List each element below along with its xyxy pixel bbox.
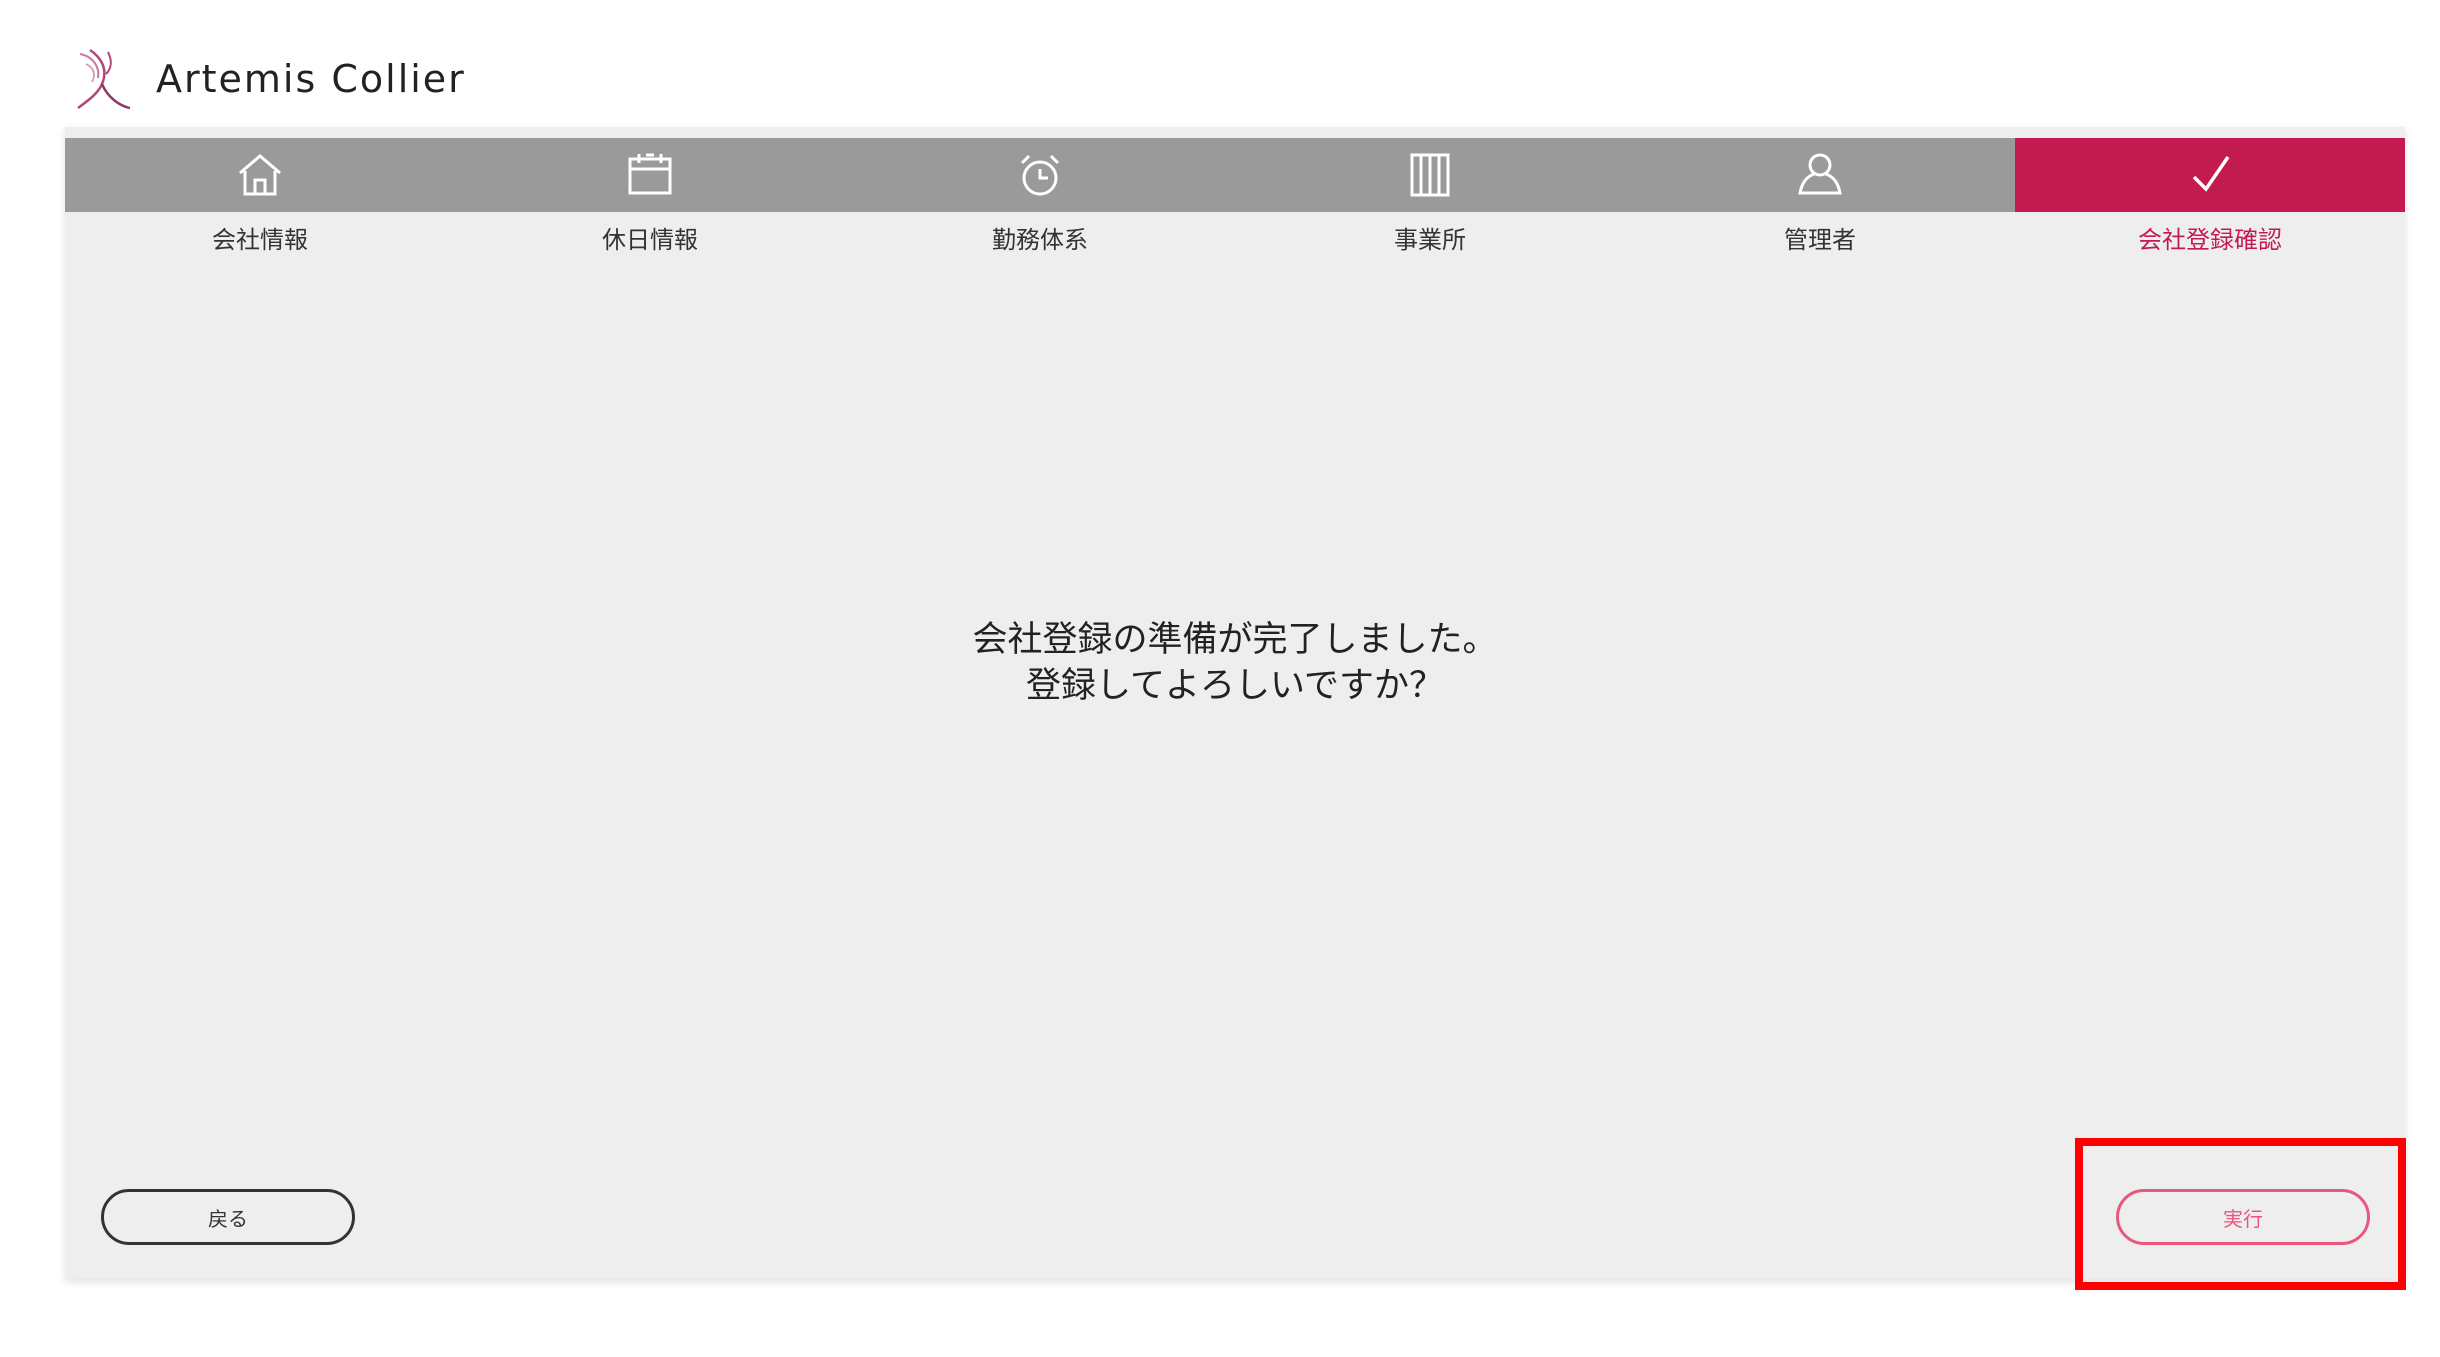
user-icon xyxy=(1798,153,1842,195)
step-label-holiday-info: 休日情報 xyxy=(602,226,698,254)
confirmation-message: 会社登録の準備が完了しました。 登録してよろしいですか？ xyxy=(65,617,2405,709)
message-line-1: 会社登録の準備が完了しました。 xyxy=(972,620,1498,660)
office-columns-icon xyxy=(1410,153,1450,197)
check-icon xyxy=(2192,156,2230,192)
step-labels: 会社情報 休日情報 勤務体系 事業所 管理者 会社登録確認 xyxy=(65,215,2405,265)
highlight-box xyxy=(2075,1138,2406,1290)
step-holiday-info[interactable] xyxy=(455,138,845,212)
step-label-registration-confirm: 会社登録確認 xyxy=(2138,226,2282,254)
calendar-icon xyxy=(628,153,672,195)
step-bar xyxy=(65,138,2405,212)
step-work-schedule[interactable] xyxy=(845,138,1235,212)
step-administrator[interactable] xyxy=(1625,138,2015,212)
step-company-info[interactable] xyxy=(65,138,455,212)
step-offices[interactable] xyxy=(1235,138,1625,212)
artemis-logo-icon xyxy=(77,48,131,110)
alarm-clock-icon xyxy=(1020,154,1060,196)
step-label-administrator: 管理者 xyxy=(1784,226,1856,254)
back-button[interactable]: 戻る xyxy=(101,1189,355,1245)
home-icon xyxy=(239,154,281,196)
app-header: Artemis Collier xyxy=(72,44,466,114)
step-label-company-info: 会社情報 xyxy=(212,226,308,254)
brand-name: Artemis Collier xyxy=(156,57,466,101)
message-line-2: 登録してよろしいですか？ xyxy=(1026,666,1444,706)
step-registration-confirm[interactable] xyxy=(2015,138,2405,212)
step-label-work-schedule: 勤務体系 xyxy=(992,226,1088,254)
step-label-offices: 事業所 xyxy=(1394,226,1466,254)
registration-panel: 会社情報 休日情報 勤務体系 事業所 管理者 会社登録確認 会社登録の準備が完了… xyxy=(65,127,2405,1279)
